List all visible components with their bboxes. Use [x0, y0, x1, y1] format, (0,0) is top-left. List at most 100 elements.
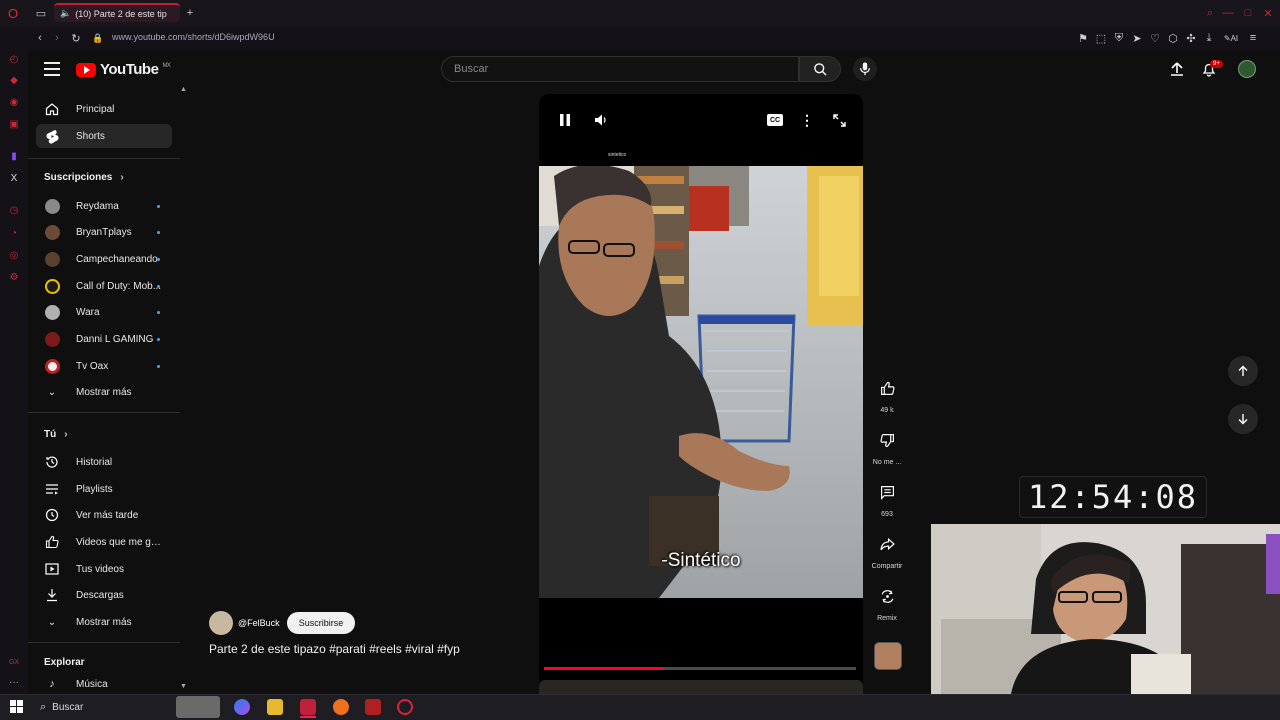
- send-icon[interactable]: ➤: [1130, 31, 1144, 45]
- new-tab-icon[interactable]: +: [183, 6, 197, 20]
- channel-avatar: [44, 198, 60, 214]
- sound-thumbnail[interactable]: [874, 642, 902, 670]
- channel-name[interactable]: @FelBuck: [238, 618, 280, 628]
- fullscreen-button[interactable]: [830, 111, 848, 129]
- youtube-logo[interactable]: YouTube MX: [76, 61, 171, 78]
- sidebar-item-historial[interactable]: Historial: [36, 450, 172, 474]
- bag-strip-icon[interactable]: ◆: [7, 73, 21, 87]
- sidebar-item-descargas[interactable]: Descargas: [36, 583, 172, 607]
- search-placeholder: Buscar: [454, 63, 489, 75]
- sidebar-sub-reydama[interactable]: Reydama: [36, 194, 172, 218]
- shield-icon[interactable]: ⛨: [1112, 31, 1126, 45]
- like-button[interactable]: 49 k: [872, 374, 902, 414]
- more-strip-icon[interactable]: ···: [7, 675, 21, 689]
- sidebar-item-principal[interactable]: Principal: [36, 97, 172, 121]
- reload-icon[interactable]: ↻: [69, 31, 83, 45]
- dislike-button[interactable]: No me ...: [872, 426, 902, 466]
- watch-later-icon: [45, 508, 59, 522]
- settings-strip-icon[interactable]: ⚙: [7, 270, 21, 284]
- hamburger-icon[interactable]: [44, 62, 60, 76]
- voicemeeter-icon[interactable]: [365, 699, 381, 715]
- sidebar-item-musica[interactable]: ♪ Música: [36, 675, 172, 693]
- overlay-clock: 12:54:08: [1019, 476, 1207, 518]
- sidebar-sub-wara[interactable]: Wara: [36, 300, 172, 324]
- sidebar-item-tus-videos[interactable]: Tus videos: [36, 557, 172, 581]
- box-strip-icon[interactable]: ▣: [7, 117, 21, 131]
- maximize-icon[interactable]: □: [1241, 6, 1255, 20]
- snapshot-icon[interactable]: ⬚: [1094, 31, 1108, 45]
- taskbar-search[interactable]: ⌕ Buscar: [32, 697, 172, 717]
- timer-strip-icon[interactable]: ◔: [7, 226, 21, 240]
- close-window-icon[interactable]: ✕: [1261, 6, 1275, 20]
- remix-button[interactable]: Remix: [872, 582, 902, 622]
- heart-icon[interactable]: ♡: [1148, 31, 1162, 45]
- download-icon[interactable]: ⤓: [1202, 31, 1216, 45]
- menu-icon[interactable]: ≡: [1246, 31, 1260, 45]
- sidebar-item-playlists[interactable]: Playlists: [36, 477, 172, 501]
- gamepad-strip-icon[interactable]: ◉: [7, 95, 21, 109]
- back-icon[interactable]: ‹: [33, 31, 47, 45]
- video-progress-bar[interactable]: [544, 667, 856, 670]
- obs-icon[interactable]: [397, 699, 413, 715]
- search-tabs-icon[interactable]: ⌕: [1203, 6, 1217, 20]
- share-button[interactable]: Compartir: [872, 530, 902, 570]
- next-short-preview[interactable]: [539, 680, 863, 694]
- video-frame[interactable]: [539, 166, 863, 598]
- minimize-icon[interactable]: —: [1221, 6, 1235, 20]
- arrow-up-icon: [1238, 365, 1248, 376]
- taskbar-widget-image[interactable]: [176, 696, 220, 718]
- search-button[interactable]: [799, 56, 841, 82]
- pin-strip-icon[interactable]: ◎: [7, 248, 21, 262]
- avatar[interactable]: [1238, 60, 1256, 78]
- chevron-down-icon: ⌄: [47, 386, 57, 398]
- comments-button[interactable]: 693: [872, 478, 902, 518]
- sidebar-item-ver-mas-tarde[interactable]: Ver más tarde: [36, 503, 172, 527]
- extensions-icon[interactable]: ✣: [1184, 31, 1198, 45]
- you-header[interactable]: Tú ›: [44, 429, 68, 440]
- sidebar-sub-dannil[interactable]: Danni L GAMING: [36, 327, 172, 351]
- clock-strip-icon[interactable]: ◷: [7, 203, 21, 217]
- twitch-icon[interactable]: ▮: [7, 149, 21, 163]
- sidebar-item-shorts[interactable]: Shorts: [36, 124, 172, 148]
- sidebar-show-more-you[interactable]: ⌄ Mostrar más: [36, 610, 172, 634]
- pause-button[interactable]: [556, 111, 574, 129]
- arrow-down-icon: [1238, 414, 1248, 425]
- subscribe-button[interactable]: Suscribirse: [287, 612, 355, 634]
- x-icon[interactable]: X: [7, 171, 21, 185]
- liked-icon: [45, 535, 59, 549]
- sidebar-sub-callofduty[interactable]: Call of Duty: Mob...: [36, 274, 172, 298]
- previous-short-button[interactable]: [1228, 356, 1258, 386]
- sidebar-scroll-up-icon[interactable]: ▲: [180, 86, 187, 93]
- url-text[interactable]: www.youtube.com/shorts/dD6iwpdW96U: [112, 32, 275, 42]
- voice-search-button[interactable]: [853, 57, 877, 81]
- browser-tab-active[interactable]: 🔈 (10) Parte 2 de este tip: [54, 3, 180, 22]
- ai-icon[interactable]: ✎AI: [1220, 31, 1242, 45]
- forward-icon[interactable]: ›: [50, 31, 64, 45]
- sidebar-scroll-down-icon[interactable]: ▼: [180, 683, 187, 690]
- copilot-icon[interactable]: [234, 699, 250, 715]
- bookmark-icon[interactable]: ⚑: [1076, 31, 1090, 45]
- captions-button[interactable]: CC: [766, 111, 784, 129]
- more-options-icon[interactable]: ⋮: [798, 111, 816, 129]
- sidebar-sub-bryantplays[interactable]: BryanTplays: [36, 220, 172, 244]
- windows-start-icon[interactable]: [10, 700, 23, 713]
- search-input[interactable]: Buscar: [441, 56, 799, 82]
- channel-avatar[interactable]: [209, 611, 233, 635]
- app-orange-icon[interactable]: [333, 699, 349, 715]
- sidebar-sub-campechaneando[interactable]: Campechaneando: [36, 247, 172, 271]
- history-strip-icon[interactable]: ◴: [7, 52, 21, 66]
- cube-icon[interactable]: ⬡: [1166, 31, 1180, 45]
- opera-gx-icon[interactable]: [300, 699, 316, 715]
- next-short-button[interactable]: [1228, 404, 1258, 434]
- gx-icon[interactable]: GX: [7, 655, 21, 669]
- create-button[interactable]: [1169, 61, 1185, 77]
- file-explorer-icon[interactable]: [267, 699, 283, 715]
- workspaces-icon[interactable]: ▭: [34, 6, 48, 20]
- sidebar-show-more-subs[interactable]: ⌄ Mostrar más: [36, 380, 172, 404]
- sidebar-item-label: Shorts: [76, 130, 105, 142]
- sidebar-sub-tvoax[interactable]: Tv Oax: [36, 354, 172, 378]
- sidebar-item-liked-videos[interactable]: Videos que me gust...: [36, 530, 172, 554]
- subscriptions-header[interactable]: Suscripciones ›: [44, 172, 124, 183]
- volume-button[interactable]: [592, 111, 610, 129]
- opera-logo-icon[interactable]: O: [6, 6, 20, 21]
